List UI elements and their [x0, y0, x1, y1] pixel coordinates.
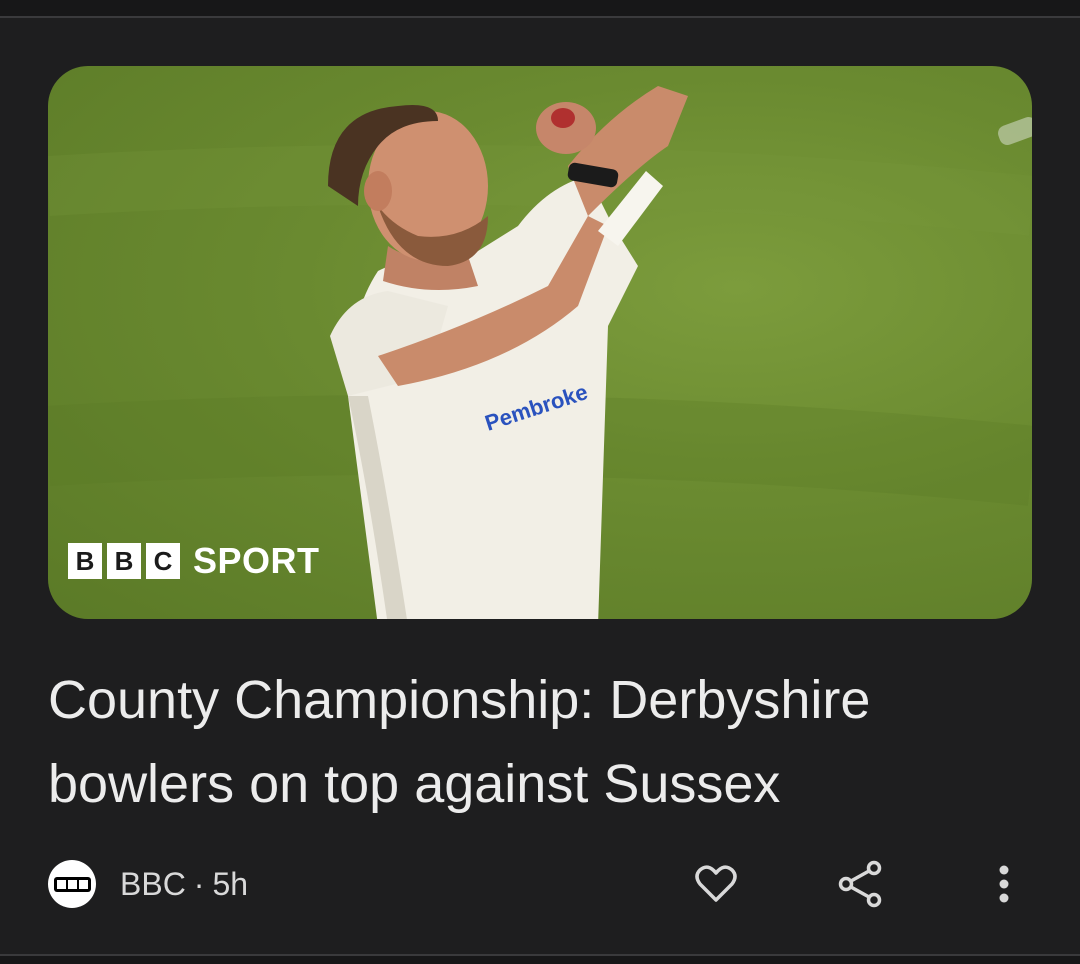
logo-sport-word: SPORT	[193, 540, 320, 581]
more-vert-icon	[999, 865, 1009, 903]
logo-letter: B	[68, 543, 102, 579]
cricket-bowler-illustration: Pembroke	[48, 86, 1032, 619]
logo-letter: B	[107, 543, 141, 579]
share-button[interactable]	[834, 858, 886, 910]
logo-letter: C	[146, 543, 180, 579]
published-time: 5h	[212, 865, 249, 902]
bbc-sport-logo: B B C SPORT	[68, 540, 320, 582]
article-headline[interactable]: County Championship: Derbyshire bowlers …	[48, 658, 1038, 826]
article-meta: BBC · 5h	[48, 858, 248, 910]
like-button[interactable]	[690, 858, 742, 910]
news-card[interactable]: Pembroke B B C SPORT County Championship…	[0, 0, 1080, 964]
top-divider	[0, 0, 1080, 18]
source-name[interactable]: BBC	[120, 866, 186, 903]
meta-separator: ·	[193, 865, 205, 902]
share-icon	[838, 860, 882, 908]
article-image[interactable]: Pembroke B B C SPORT	[48, 66, 1032, 619]
more-options-button[interactable]	[978, 858, 1030, 910]
bottom-divider	[0, 954, 1080, 964]
bbc-source-icon	[48, 860, 96, 908]
heart-icon	[695, 865, 737, 902]
